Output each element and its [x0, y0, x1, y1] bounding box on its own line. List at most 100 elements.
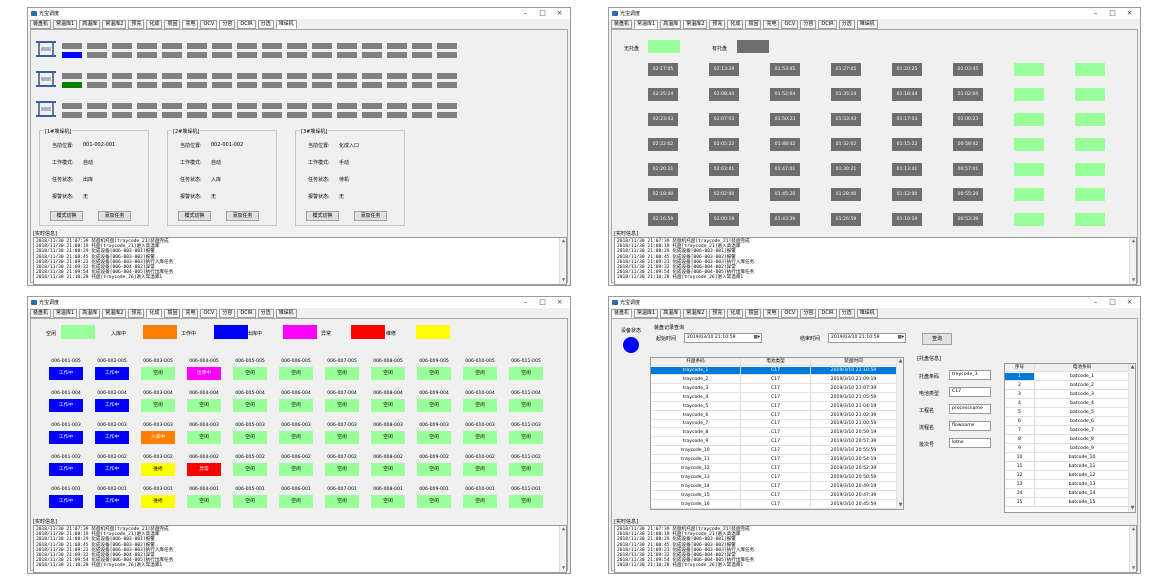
device-status-cell[interactable]: 空闲 — [325, 495, 359, 508]
table-row[interactable]: traycode_11 C17 2019/3/10 20:54:19 — [651, 456, 903, 464]
tab-1[interactable]: 常温库1 — [634, 20, 659, 29]
tray-slot[interactable]: 02:05:22 — [709, 138, 739, 151]
column-header[interactable]: 电池条码 — [1035, 364, 1130, 372]
tab-4[interactable]: 预充 — [709, 309, 726, 318]
tab-0[interactable]: 装盘机 — [611, 309, 633, 318]
device-status-cell[interactable]: 工作中 — [49, 367, 83, 380]
tray-slot[interactable] — [1014, 63, 1044, 76]
device-status-cell[interactable]: 空闲 — [417, 399, 451, 412]
table-row[interactable]: traycode_8 C17 2019/3/10 20:59:19 — [651, 429, 903, 438]
table-row[interactable]: 5 batcode_5 — [1005, 409, 1135, 417]
tray-slot[interactable]: 00:53:39 — [953, 213, 983, 226]
scroll-up-icon[interactable]: ▲ — [1130, 526, 1136, 533]
maximize-icon[interactable]: □ — [1104, 297, 1121, 308]
device-status-cell[interactable]: 空闲 — [325, 431, 359, 444]
tab-6[interactable]: 掼固 — [745, 20, 762, 29]
tab-6[interactable]: 掼固 — [164, 309, 181, 318]
table-row[interactable]: traycode_14 C17 2019/3/10 20:49:19 — [651, 482, 903, 491]
device-status-cell[interactable]: 工作中 — [95, 367, 129, 380]
log-box[interactable]: 2018/11/30 21:07:39 装盘机托盘[traycode_21]装盘… — [614, 237, 1137, 285]
vertical-scrollbar[interactable]: ▲ ▼ — [559, 238, 566, 284]
column-header[interactable]: 电池类型 — [741, 358, 811, 366]
tray-slot[interactable]: 01:20:25 — [892, 63, 922, 76]
calendar-dropdown-icon[interactable]: ▦▾ — [753, 334, 760, 342]
device-status-cell[interactable]: 工作中 — [49, 495, 83, 508]
tray-slot[interactable]: 01:33:43 — [831, 113, 861, 126]
tray-slot[interactable]: 01:30:21 — [831, 163, 861, 176]
tab-8[interactable]: OCV — [200, 309, 218, 318]
device-status-cell[interactable]: 空闲 — [279, 399, 313, 412]
tab-7[interactable]: 充电 — [763, 20, 780, 29]
tab-7[interactable]: 充电 — [182, 20, 199, 29]
tray-slot[interactable] — [1075, 138, 1105, 151]
device-status-cell[interactable]: 工作中 — [49, 399, 83, 412]
tab-12[interactable]: 堆垛机 — [275, 20, 297, 29]
detail-field[interactable]: flowname — [949, 421, 991, 431]
tray-slot[interactable]: 00:57:01 — [953, 163, 983, 176]
table-row[interactable]: 10 batcode_10 — [1005, 454, 1135, 462]
tray-slot[interactable] — [1075, 63, 1105, 76]
table-row[interactable]: traycode_4 C17 2019/3/10 21:05:59 — [651, 393, 903, 402]
device-status-cell[interactable]: 空闲 — [463, 495, 497, 508]
tab-12[interactable]: 堆垛机 — [275, 309, 297, 318]
battery-table[interactable]: 序号 电池条码 1 batcode_1 2 batcode_2 3 batcode_3 4 bat… — [1004, 363, 1136, 513]
add-task-button[interactable]: 添加任务 — [226, 211, 259, 221]
tab-11[interactable]: 分选 — [257, 309, 274, 318]
vertical-scrollbar[interactable]: ▲ ▼ — [896, 358, 903, 509]
tray-slot[interactable]: 02:03:41 — [709, 163, 739, 176]
tray-slot[interactable]: 01:53:45 — [770, 63, 800, 76]
device-status-cell[interactable]: 出库中 — [187, 367, 221, 380]
log-box[interactable]: 2018/11/30 21:07:39 装盘机托盘[traycode_21]装盘… — [614, 525, 1137, 573]
device-status-cell[interactable]: 空闲 — [371, 495, 405, 508]
add-task-button[interactable]: 添加任务 — [354, 211, 387, 221]
tab-0[interactable]: 装盘机 — [30, 309, 52, 318]
tray-slot[interactable]: 02:17:05 — [648, 63, 678, 76]
tray-slot[interactable]: 01:02:04 — [953, 88, 983, 101]
device-status-cell[interactable]: 空闲 — [509, 463, 543, 476]
tray-slot[interactable]: 01:28:40 — [831, 188, 861, 201]
mode-switch-button[interactable]: 模式切换 — [178, 211, 211, 221]
tab-10[interactable]: DCIR — [818, 20, 837, 29]
tab-8[interactable]: OCV — [200, 20, 218, 29]
table-row[interactable]: traycode_6 C17 2019/3/10 21:02:39 — [651, 411, 903, 420]
vertical-scrollbar[interactable]: ▲ ▼ — [1128, 364, 1135, 512]
device-status-cell[interactable]: 空闲 — [279, 431, 313, 444]
scroll-up-icon[interactable]: ▲ — [897, 358, 903, 365]
close-icon[interactable]: × — [551, 8, 568, 19]
tray-slot[interactable]: 01:15:22 — [892, 138, 922, 151]
table-row[interactable]: traycode_9 C17 2019/3/10 20:57:39 — [651, 438, 903, 447]
tray-slot[interactable]: 02:18:40 — [648, 188, 678, 201]
tray-slot[interactable]: 02:25:24 — [648, 88, 678, 101]
tray-slot[interactable]: 02:00:19 — [709, 213, 739, 226]
calendar-dropdown-icon[interactable]: ▦▾ — [897, 334, 904, 342]
tray-slot[interactable]: 01:48:42 — [770, 138, 800, 151]
table-row[interactable]: traycode_15 C17 2019/3/10 20:47:39 — [651, 491, 903, 500]
table-row[interactable]: traycode_10 C17 2019/3/10 20:55:59 — [651, 447, 903, 456]
device-status-cell[interactable]: 空闲 — [325, 367, 359, 380]
tray-slot[interactable]: 02:13:29 — [709, 63, 739, 76]
tab-9[interactable]: 分容 — [219, 20, 236, 29]
tab-3[interactable]: 常温库2 — [683, 309, 708, 318]
tab-7[interactable]: 充电 — [182, 309, 199, 318]
tab-4[interactable]: 预充 — [709, 20, 726, 29]
vertical-scrollbar[interactable]: ▲ ▼ — [559, 526, 566, 572]
device-status-cell[interactable]: 空闲 — [417, 431, 451, 444]
add-task-button[interactable]: 添加任务 — [98, 211, 131, 221]
table-row[interactable]: 11 batcode_11 — [1005, 463, 1135, 471]
end-time-picker[interactable]: 2019/03/10 21:10:59 ▦▾ — [828, 333, 906, 343]
device-status-cell[interactable]: 空闲 — [279, 495, 313, 508]
table-row[interactable]: traycode_16 C17 2019/3/10 20:45:59 — [651, 500, 903, 509]
log-box[interactable]: 2018/11/30 21:07:39 装盘机托盘[traycode_21]装盘… — [33, 525, 567, 573]
tab-2[interactable]: 高温库 — [660, 20, 682, 29]
device-status-cell[interactable]: 空闲 — [233, 399, 267, 412]
tab-9[interactable]: 分容 — [800, 309, 817, 318]
detail-field[interactable]: lotno — [949, 438, 991, 448]
tray-record-table[interactable]: 托盘条码 电池类型 装盘时间 traycode_1 C17 2019/3/10 21:10… — [650, 357, 904, 510]
tray-slot[interactable]: 01:17:03 — [892, 113, 922, 126]
close-icon[interactable]: × — [1121, 297, 1138, 308]
vertical-scrollbar[interactable]: ▲ ▼ — [1129, 238, 1136, 284]
tray-slot[interactable] — [1014, 138, 1044, 151]
tray-slot[interactable] — [1014, 188, 1044, 201]
log-box[interactable]: 2018/11/30 21:07:39 装盘机托盘[traycode_21]装盘… — [33, 237, 567, 285]
column-header[interactable]: 装盘时间 — [811, 358, 897, 366]
